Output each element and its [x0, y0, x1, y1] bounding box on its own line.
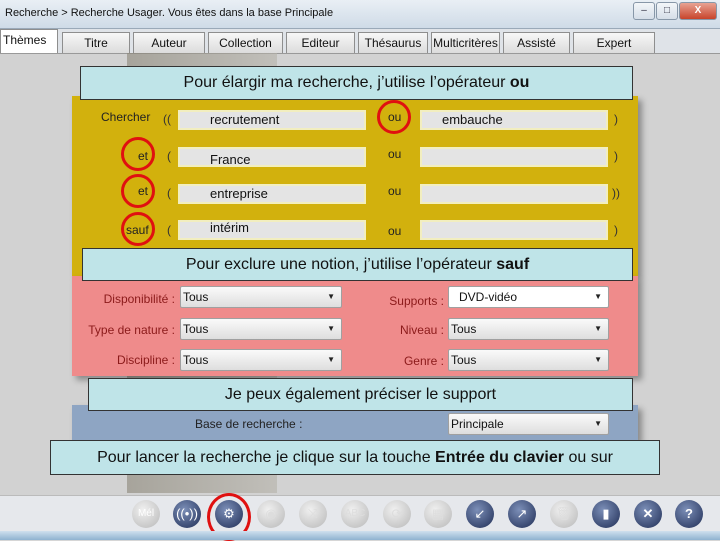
- paren-close: ): [614, 149, 618, 163]
- highlight-ring: [121, 137, 155, 171]
- basket-remove-icon[interactable]: ↗: [508, 500, 536, 528]
- paren-close: ): [614, 112, 618, 126]
- refresh-icon[interactable]: ⟳: [383, 500, 411, 528]
- chevron-down-icon: ▼: [327, 292, 335, 301]
- term-input-4[interactable]: [420, 147, 608, 167]
- tab-themes[interactable]: Thèmes: [0, 29, 58, 53]
- label-discipline: Discipline :: [116, 353, 175, 367]
- paren-close: ): [614, 223, 618, 237]
- paren-open: (: [167, 223, 171, 237]
- grid-icon[interactable]: ▦: [424, 500, 452, 528]
- term-input-1[interactable]: recrutement: [178, 110, 366, 130]
- callout-text: ou sur: [564, 449, 613, 466]
- window-title: Recherche > Recherche Usager. Vous êtes …: [5, 7, 334, 19]
- select-value: DVD-vidéo: [459, 290, 518, 304]
- select-value: Tous: [183, 322, 209, 336]
- operator-ou[interactable]: ou: [388, 147, 401, 161]
- label-base: Base de recherche :: [195, 417, 303, 431]
- label-supports: Supports :: [389, 294, 444, 308]
- eye-icon[interactable]: ◉: [257, 500, 285, 528]
- label-disponibilite: Disponibilité :: [103, 292, 175, 306]
- operator-chercher: Chercher: [101, 110, 151, 124]
- term-input-6[interactable]: [420, 184, 608, 204]
- select-discipline[interactable]: Tous ▼: [180, 349, 342, 371]
- shuffle-icon[interactable]: ⤨: [299, 500, 327, 528]
- highlight-ring: [121, 174, 155, 208]
- callout-support: Je peux également préciser le support: [88, 378, 633, 411]
- select-value: Tous: [451, 322, 477, 336]
- tab-assiste[interactable]: Assisté: [503, 32, 570, 53]
- select-disponibilite[interactable]: Tous ▼: [180, 286, 342, 308]
- callout-text: Pour lancer la recherche je clique sur l…: [97, 449, 436, 466]
- callout-text: Je peux également préciser le support: [224, 386, 497, 403]
- select-value: Tous: [183, 290, 209, 304]
- basket-add-icon[interactable]: ↙: [466, 500, 494, 528]
- callout-sauf: Pour exclure une notion, j’utilise l’opé…: [82, 248, 633, 281]
- highlight-ring: [121, 212, 155, 246]
- tab-collection[interactable]: Collection: [208, 32, 283, 53]
- select-value: Principale: [451, 417, 504, 431]
- term-input-3[interactable]: France: [178, 147, 366, 167]
- tab-auteur[interactable]: Auteur: [133, 32, 205, 53]
- minimize-button[interactable]: –: [633, 2, 655, 20]
- broadcast-icon[interactable]: ((•)): [173, 500, 201, 528]
- select-type-nature[interactable]: Tous ▼: [180, 318, 342, 340]
- chevron-down-icon: ▼: [594, 324, 602, 333]
- callout-lancer: Pour lancer la recherche je clique sur l…: [50, 440, 660, 475]
- chevron-down-icon: ▼: [327, 324, 335, 333]
- term-input-7[interactable]: intérim: [178, 220, 366, 240]
- select-niveau[interactable]: Tous ▼: [448, 318, 609, 340]
- chevron-down-icon: ▼: [594, 355, 602, 364]
- select-base[interactable]: Principale ▼: [448, 413, 609, 435]
- select-value: Tous: [183, 353, 209, 367]
- tab-bar: Thèmes Titre Auteur Collection Editeur T…: [0, 29, 720, 53]
- tab-titre[interactable]: Titre: [62, 32, 130, 53]
- term-input-8[interactable]: [420, 220, 608, 240]
- callout-bold: Entrée du clavier: [435, 449, 564, 466]
- select-genre[interactable]: Tous ▼: [448, 349, 609, 371]
- select-value: Tous: [451, 353, 477, 367]
- tab-editeur[interactable]: Editeur: [286, 32, 355, 53]
- callout-text: Pour exclure une notion, j’utilise l’opé…: [185, 256, 497, 273]
- select-supports[interactable]: DVD-vidéo ▼: [448, 286, 609, 308]
- tab-multicriteres[interactable]: Multicritères: [431, 32, 500, 53]
- term-input-2[interactable]: embauche: [420, 110, 608, 130]
- label-genre: Genre :: [403, 354, 444, 368]
- taskbar-edge: [0, 531, 720, 540]
- maximize-button[interactable]: □: [656, 2, 678, 20]
- operator-ou[interactable]: ou: [388, 184, 401, 198]
- callout-ou: Pour élargir ma recherche, j’utilise l’o…: [80, 66, 633, 100]
- close-window-button[interactable]: X: [679, 2, 717, 20]
- chevron-down-icon: ▼: [327, 355, 335, 364]
- callout-bold: ou: [509, 74, 530, 91]
- abc-icon[interactable]: ABC: [341, 500, 369, 528]
- chevron-down-icon: ▼: [594, 419, 602, 428]
- callout-bold: sauf: [496, 256, 530, 273]
- operator-ou[interactable]: ou: [388, 224, 401, 238]
- paren-open: ((: [163, 112, 171, 126]
- chevron-down-icon: ▼: [594, 292, 602, 301]
- close-icon[interactable]: ✕: [634, 500, 662, 528]
- tab-thesaurus[interactable]: Thésaurus: [358, 32, 428, 53]
- trash-icon[interactable]: 🗑: [550, 500, 578, 528]
- highlight-ring: [377, 100, 411, 134]
- notepad-icon[interactable]: ▮: [592, 500, 620, 528]
- tab-expert[interactable]: Expert: [573, 32, 655, 53]
- help-icon[interactable]: ?: [675, 500, 703, 528]
- label-niveau: Niveau :: [399, 323, 444, 337]
- paren-open: (: [167, 149, 171, 163]
- term-input-5[interactable]: entreprise: [178, 184, 366, 204]
- callout-text: Pour élargir ma recherche, j’utilise l’o…: [183, 74, 510, 91]
- paren-close: )): [612, 186, 620, 200]
- mel-icon[interactable]: Mél: [132, 500, 160, 528]
- paren-open: (: [167, 186, 171, 200]
- label-type-nature: Type de nature :: [88, 323, 175, 337]
